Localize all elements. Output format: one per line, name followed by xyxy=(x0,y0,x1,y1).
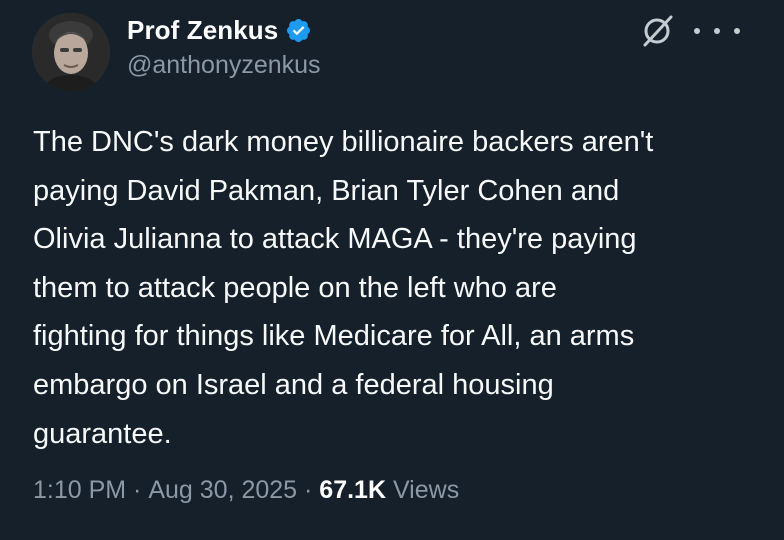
tweet-line: paying David Pakman, Brian Tyler Cohen a… xyxy=(33,174,620,207)
more-dot xyxy=(714,28,720,34)
more-options-icon[interactable] xyxy=(694,22,740,40)
tweet-line: guarantee. xyxy=(33,417,172,450)
author-handle[interactable]: @anthonyzenkus xyxy=(127,51,321,80)
tweet-line: them to attack people on the left who ar… xyxy=(33,271,557,304)
tweet-time[interactable]: 1:10 PM xyxy=(33,476,126,505)
meta-separator: · xyxy=(126,476,149,504)
views-count[interactable]: 67.1K xyxy=(319,476,386,505)
tweet-date[interactable]: Aug 30, 2025 xyxy=(148,476,297,505)
author-display-name[interactable]: Prof Zenkus xyxy=(127,15,278,46)
meta-separator: · xyxy=(297,476,320,504)
grok-icon[interactable] xyxy=(640,14,674,48)
profile-photo xyxy=(32,13,110,91)
tweet-meta: 1:10 PM · Aug 30, 2025 · 67.1K Views xyxy=(33,476,459,505)
tweet-line: Olivia Julianna to attack MAGA - they're… xyxy=(33,223,637,256)
tweet-text: The DNC's dark money billionaire backers… xyxy=(33,118,763,458)
views-label: Views xyxy=(386,476,460,504)
more-dot xyxy=(694,28,700,34)
verified-badge-icon[interactable] xyxy=(285,17,312,44)
tweet-line: embargo on Israel and a federal housing xyxy=(33,368,554,401)
more-dot xyxy=(734,28,740,34)
tweet-line: The DNC's dark money billionaire backers… xyxy=(33,126,654,158)
avatar[interactable] xyxy=(32,13,110,91)
author-name-row: Prof Zenkus xyxy=(127,12,312,48)
tweet-line: fighting for things like Medicare for Al… xyxy=(33,320,635,353)
